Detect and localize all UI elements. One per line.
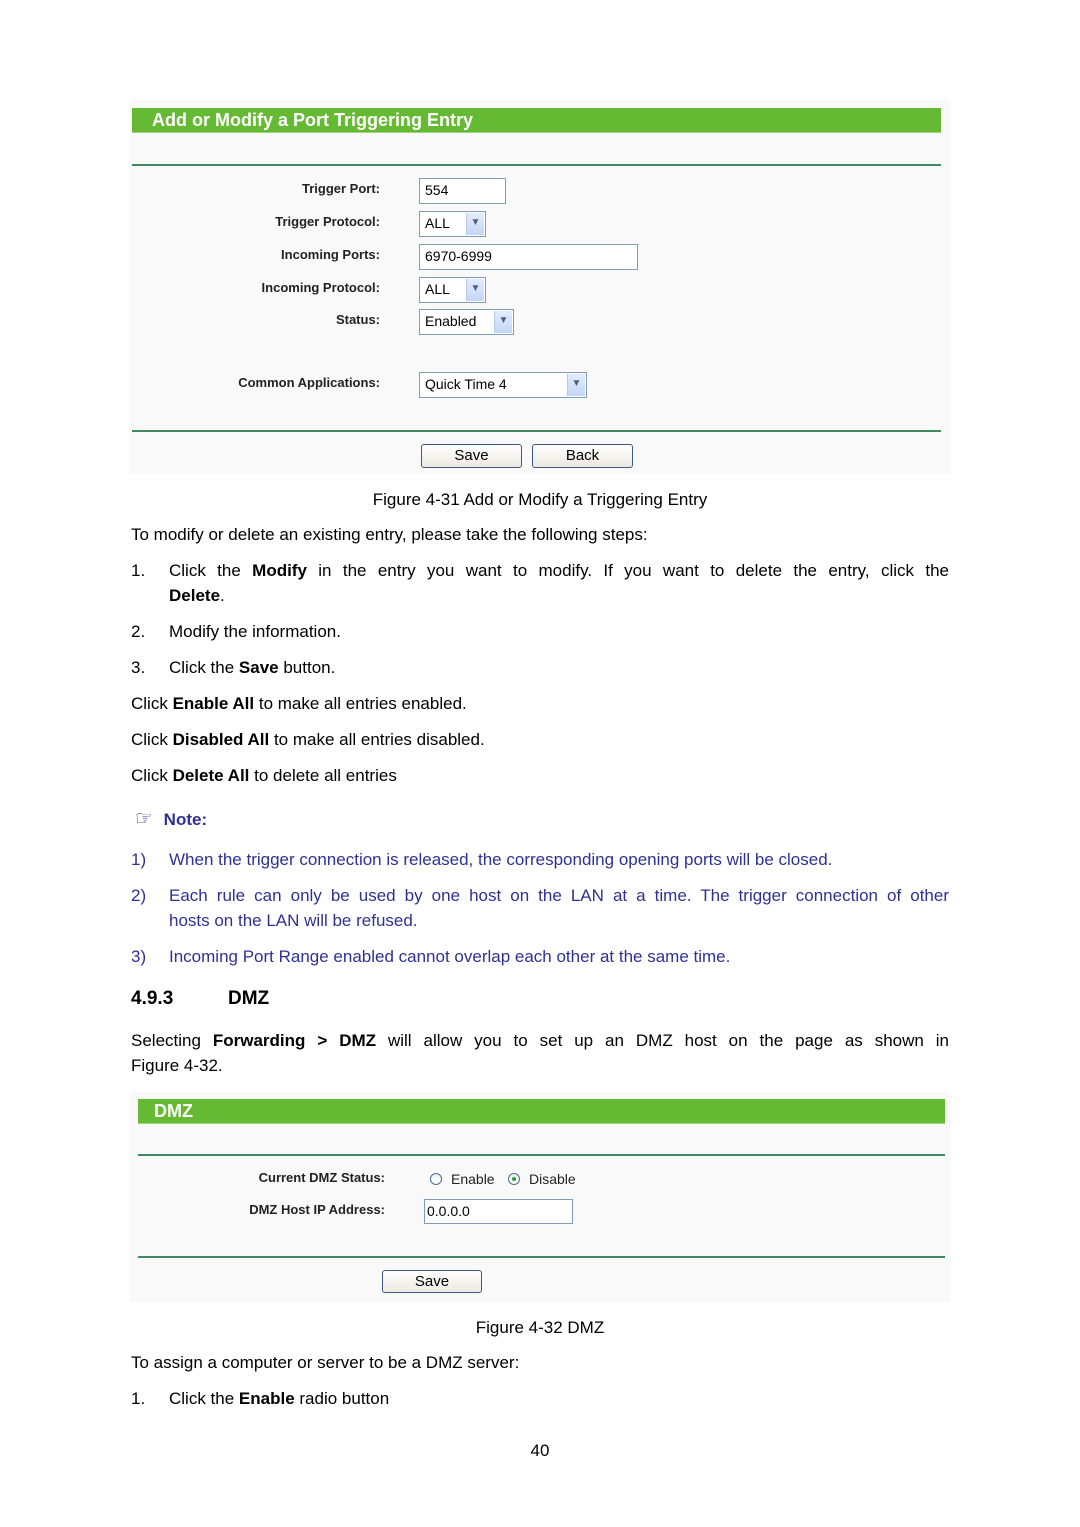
step-number: 2. bbox=[131, 622, 146, 641]
trigger-protocol-select[interactable]: ALL ▼ bbox=[419, 211, 486, 237]
dmz-host-ip-label: DMZ Host IP Address: bbox=[249, 1202, 385, 1217]
note-title: Note: bbox=[163, 810, 208, 829]
text: to make all entries enabled. bbox=[254, 694, 467, 713]
steps-intro: To modify or delete an existing entry, p… bbox=[131, 525, 648, 544]
status-value: Enabled bbox=[425, 313, 477, 329]
save-button[interactable]: Save bbox=[421, 444, 522, 468]
divider bbox=[132, 164, 941, 166]
text: radio button bbox=[294, 1389, 390, 1408]
bold-text: Disabled All bbox=[172, 730, 270, 749]
text: Click the bbox=[169, 658, 239, 677]
common-applications-value: Quick Time 4 bbox=[425, 376, 507, 392]
disable-radio-label[interactable]: Disable bbox=[529, 1171, 576, 1187]
step-text: Click the Enable radio button bbox=[169, 1388, 389, 1410]
bold-text: Modify bbox=[252, 561, 307, 580]
step-number: 3. bbox=[131, 658, 146, 677]
divider bbox=[138, 1154, 945, 1156]
enable-radio[interactable] bbox=[430, 1173, 442, 1185]
text: . bbox=[220, 586, 225, 605]
chevron-down-icon[interactable]: ▼ bbox=[466, 213, 484, 235]
step-text: Modify the information. bbox=[169, 622, 341, 641]
trigger-protocol-label: Trigger Protocol: bbox=[275, 214, 380, 229]
bold-text: Delete All bbox=[172, 766, 250, 785]
status-label: Status: bbox=[335, 312, 380, 327]
disable-radio[interactable] bbox=[508, 1173, 520, 1185]
bold-text: Save bbox=[238, 658, 279, 677]
incoming-protocol-select[interactable]: ALL ▼ bbox=[419, 277, 486, 303]
divider bbox=[138, 1256, 945, 1258]
text: to delete all entries bbox=[249, 766, 397, 785]
bold-text: Enable All bbox=[172, 694, 255, 713]
note-number: 2) bbox=[131, 886, 147, 905]
note-text: Incoming Port Range enabled cannot overl… bbox=[169, 947, 731, 966]
click-instruction: Click Enable All to make all entries ena… bbox=[131, 693, 467, 715]
dmz-host-ip-input[interactable]: 0.0.0.0 bbox=[424, 1199, 573, 1224]
enable-radio-label[interactable]: Enable bbox=[451, 1171, 495, 1187]
incoming-ports-input[interactable]: 6970-6999 bbox=[419, 244, 638, 270]
note-text-cont: hosts on the LAN will be refused. bbox=[169, 911, 418, 930]
section-intro: Selecting Forwarding > DMZ will allow yo… bbox=[131, 1030, 949, 1052]
bold-text: Forwarding bbox=[212, 1031, 306, 1050]
port-trigger-panel: Add or Modify a Port Triggering Entry Tr… bbox=[130, 100, 950, 474]
note-text: When the trigger connection is released,… bbox=[169, 850, 833, 869]
panel-header: Add or Modify a Port Triggering Entry bbox=[132, 108, 941, 133]
trigger-protocol-value: ALL bbox=[425, 215, 450, 231]
text: Selecting bbox=[131, 1031, 213, 1050]
text: Click bbox=[131, 694, 173, 713]
bold-text: > bbox=[305, 1031, 340, 1050]
step-text: Click the Modify in the entry you want t… bbox=[169, 560, 949, 582]
figure-caption: Figure 4-31 Add or Modify a Triggering E… bbox=[372, 490, 708, 509]
text: Click the bbox=[169, 1389, 239, 1408]
step-number: 1. bbox=[131, 1389, 146, 1408]
incoming-ports-label: Incoming Ports: bbox=[281, 247, 380, 262]
save-button[interactable]: Save bbox=[382, 1270, 482, 1293]
divider bbox=[132, 430, 941, 432]
text: Click the bbox=[169, 561, 253, 580]
common-applications-label: Common Applications: bbox=[238, 375, 380, 390]
section-number: 4.9.3 bbox=[131, 988, 174, 1009]
chevron-down-icon[interactable]: ▼ bbox=[567, 374, 585, 396]
dmz-panel: DMZ Current DMZ Status: Enable Disable D… bbox=[130, 1092, 950, 1302]
assign-intro: To assign a computer or server to be a D… bbox=[131, 1353, 520, 1372]
note-number: 3) bbox=[131, 947, 147, 966]
text: in the entry you want to modify. If you … bbox=[306, 561, 949, 580]
click-instruction: Click Delete All to delete all entries bbox=[131, 765, 397, 787]
status-select[interactable]: Enabled ▼ bbox=[419, 309, 514, 335]
note-heading: ☞ Note: bbox=[135, 807, 207, 831]
incoming-protocol-label: Incoming Protocol: bbox=[261, 280, 380, 295]
note-number: 1) bbox=[131, 850, 147, 869]
figure-caption: Figure 4-32 DMZ bbox=[475, 1318, 605, 1337]
step-text-cont: Delete. bbox=[169, 585, 225, 607]
note-text: Each rule can only be used by one host o… bbox=[169, 886, 949, 905]
text: Click bbox=[131, 730, 173, 749]
step-number: 1. bbox=[131, 561, 146, 580]
trigger-port-label: Trigger Port: bbox=[301, 181, 380, 196]
section-intro-cont: Figure 4-32. bbox=[131, 1056, 223, 1075]
trigger-port-input[interactable]: 554 bbox=[419, 178, 506, 204]
step-text: Click the Save button. bbox=[169, 657, 335, 679]
text: to make all entries disabled. bbox=[269, 730, 485, 749]
click-instruction: Click Disabled All to make all entries d… bbox=[131, 729, 485, 751]
dmz-status-label: Current DMZ Status: bbox=[258, 1170, 385, 1185]
bold-text: DMZ bbox=[339, 1031, 377, 1050]
incoming-protocol-value: ALL bbox=[425, 281, 450, 297]
text: Click bbox=[131, 766, 173, 785]
bold-text: Delete bbox=[169, 586, 221, 605]
text: button. bbox=[278, 658, 336, 677]
text: will allow you to set up an DMZ host on … bbox=[376, 1031, 949, 1050]
common-applications-select[interactable]: Quick Time 4 ▼ bbox=[419, 372, 587, 398]
pointing-hand-icon: ☞ bbox=[135, 806, 153, 830]
panel-header: DMZ bbox=[138, 1099, 945, 1124]
section-title: DMZ bbox=[228, 988, 270, 1009]
back-button[interactable]: Back bbox=[532, 444, 633, 468]
chevron-down-icon[interactable]: ▼ bbox=[494, 311, 512, 333]
page-number: 40 bbox=[530, 1441, 550, 1460]
bold-text: Enable bbox=[238, 1389, 295, 1408]
chevron-down-icon[interactable]: ▼ bbox=[466, 279, 484, 301]
